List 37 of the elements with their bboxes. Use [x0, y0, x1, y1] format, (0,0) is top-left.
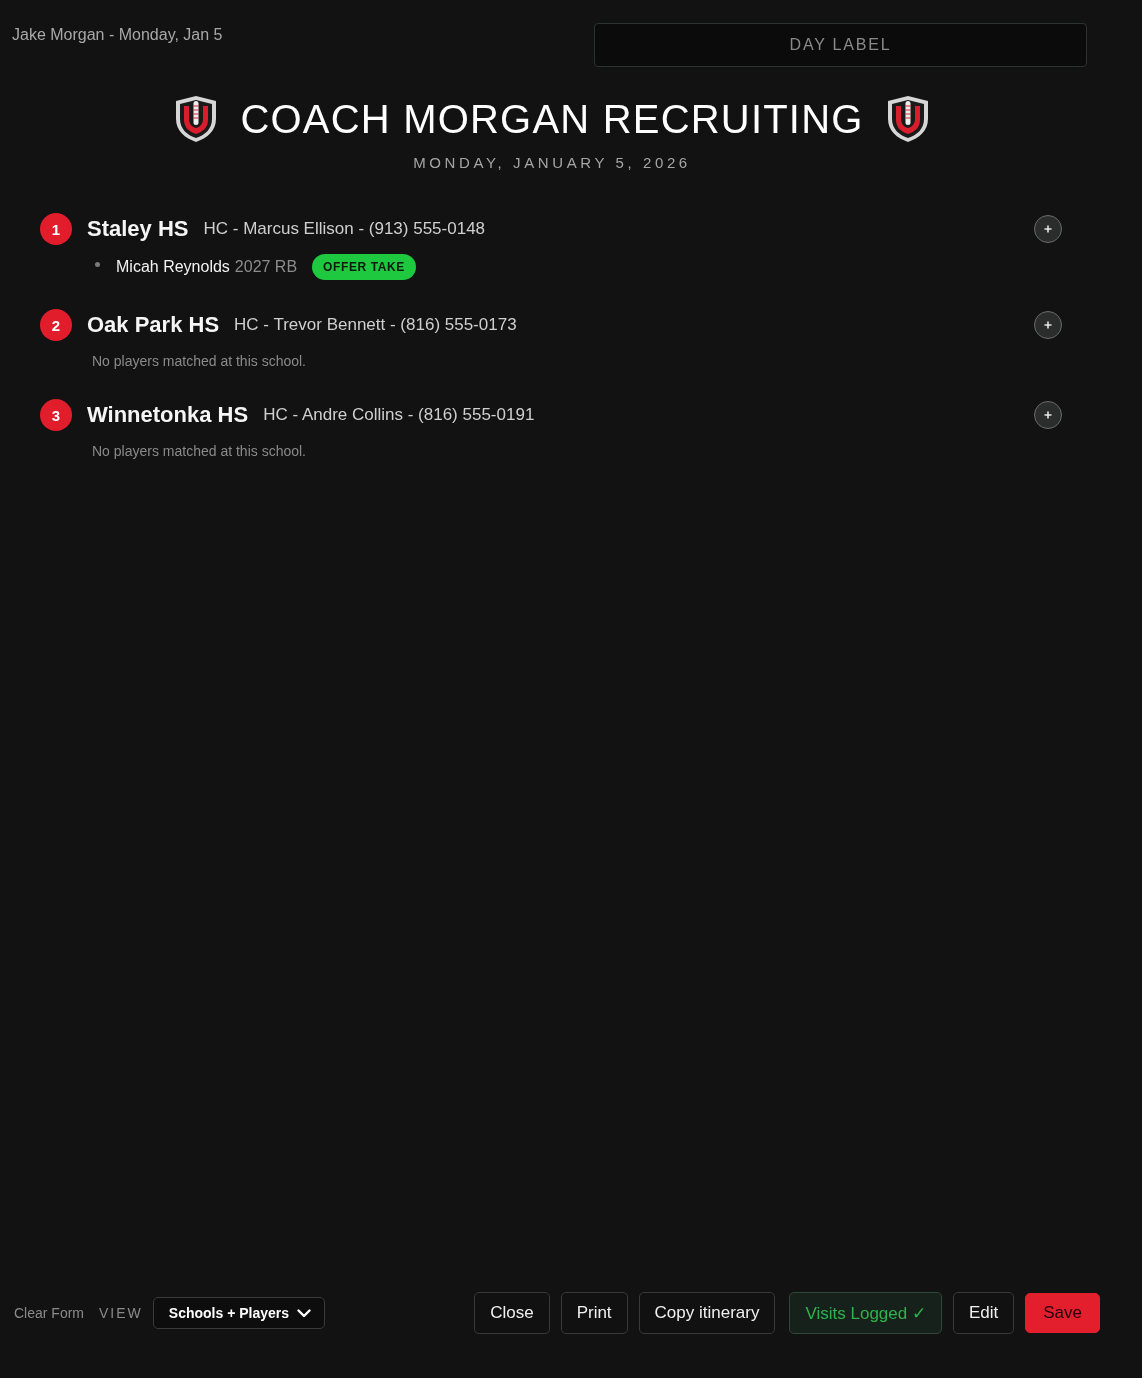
coach-contact-text: HC - Andre Collins - (816) 555-0191	[263, 405, 535, 425]
user-date-text: Jake Morgan - Monday, Jan 5	[12, 26, 223, 44]
save-button[interactable]: Save	[1025, 1293, 1100, 1333]
action-button[interactable]: Copy itinerary	[638, 1292, 776, 1334]
action-button[interactable]: Edit	[952, 1292, 1015, 1334]
add-button[interactable]	[1034, 311, 1062, 339]
shield-icon	[885, 95, 930, 143]
action-button[interactable]: Close	[474, 1292, 550, 1334]
player-name: Micah Reynolds	[116, 258, 230, 276]
plus-icon	[1044, 411, 1052, 419]
visits-logged-button[interactable]: Visits Logged ✓	[789, 1292, 942, 1334]
stop-number-badge: 3	[40, 399, 72, 431]
view-select[interactable]: Schools + Players	[152, 1297, 325, 1329]
offer-status-badge: OFFER TAKE	[312, 254, 416, 280]
add-button[interactable]	[1034, 401, 1062, 429]
school-name: Oak Park HS	[87, 312, 220, 338]
school-name: Staley HS	[87, 216, 189, 242]
action-button[interactable]: Print	[560, 1292, 628, 1334]
coach-contact-text: HC - Marcus Ellison - (913) 555-0148	[203, 219, 486, 239]
clear-form-link[interactable]: Clear Form	[14, 1305, 84, 1321]
chevron-down-icon	[296, 1308, 311, 1318]
school-name: Winnetonka HS	[87, 402, 249, 428]
view-label: VIEW	[99, 1305, 143, 1321]
stop-number-badge: 1	[40, 213, 72, 245]
day-label-field[interactable]: DAY LABEL	[594, 23, 1087, 67]
shield-icon	[174, 95, 219, 143]
no-players-text: No players matched at this school.	[92, 352, 307, 370]
player-class-position: 2027 RB	[234, 258, 298, 276]
plus-icon	[1044, 225, 1052, 233]
page-title: COACH MORGAN RECRUITING	[240, 96, 864, 143]
stop-number-badge: 2	[40, 309, 72, 341]
no-players-text: No players matched at this school.	[92, 442, 307, 460]
date-subtitle: MONDAY, JANUARY 5, 2026	[413, 154, 691, 172]
add-button[interactable]	[1034, 215, 1062, 243]
coach-contact-text: HC - Trevor Bennett - (816) 555-0173	[234, 315, 517, 335]
plus-icon	[1044, 321, 1052, 329]
bullet-icon	[95, 261, 100, 267]
